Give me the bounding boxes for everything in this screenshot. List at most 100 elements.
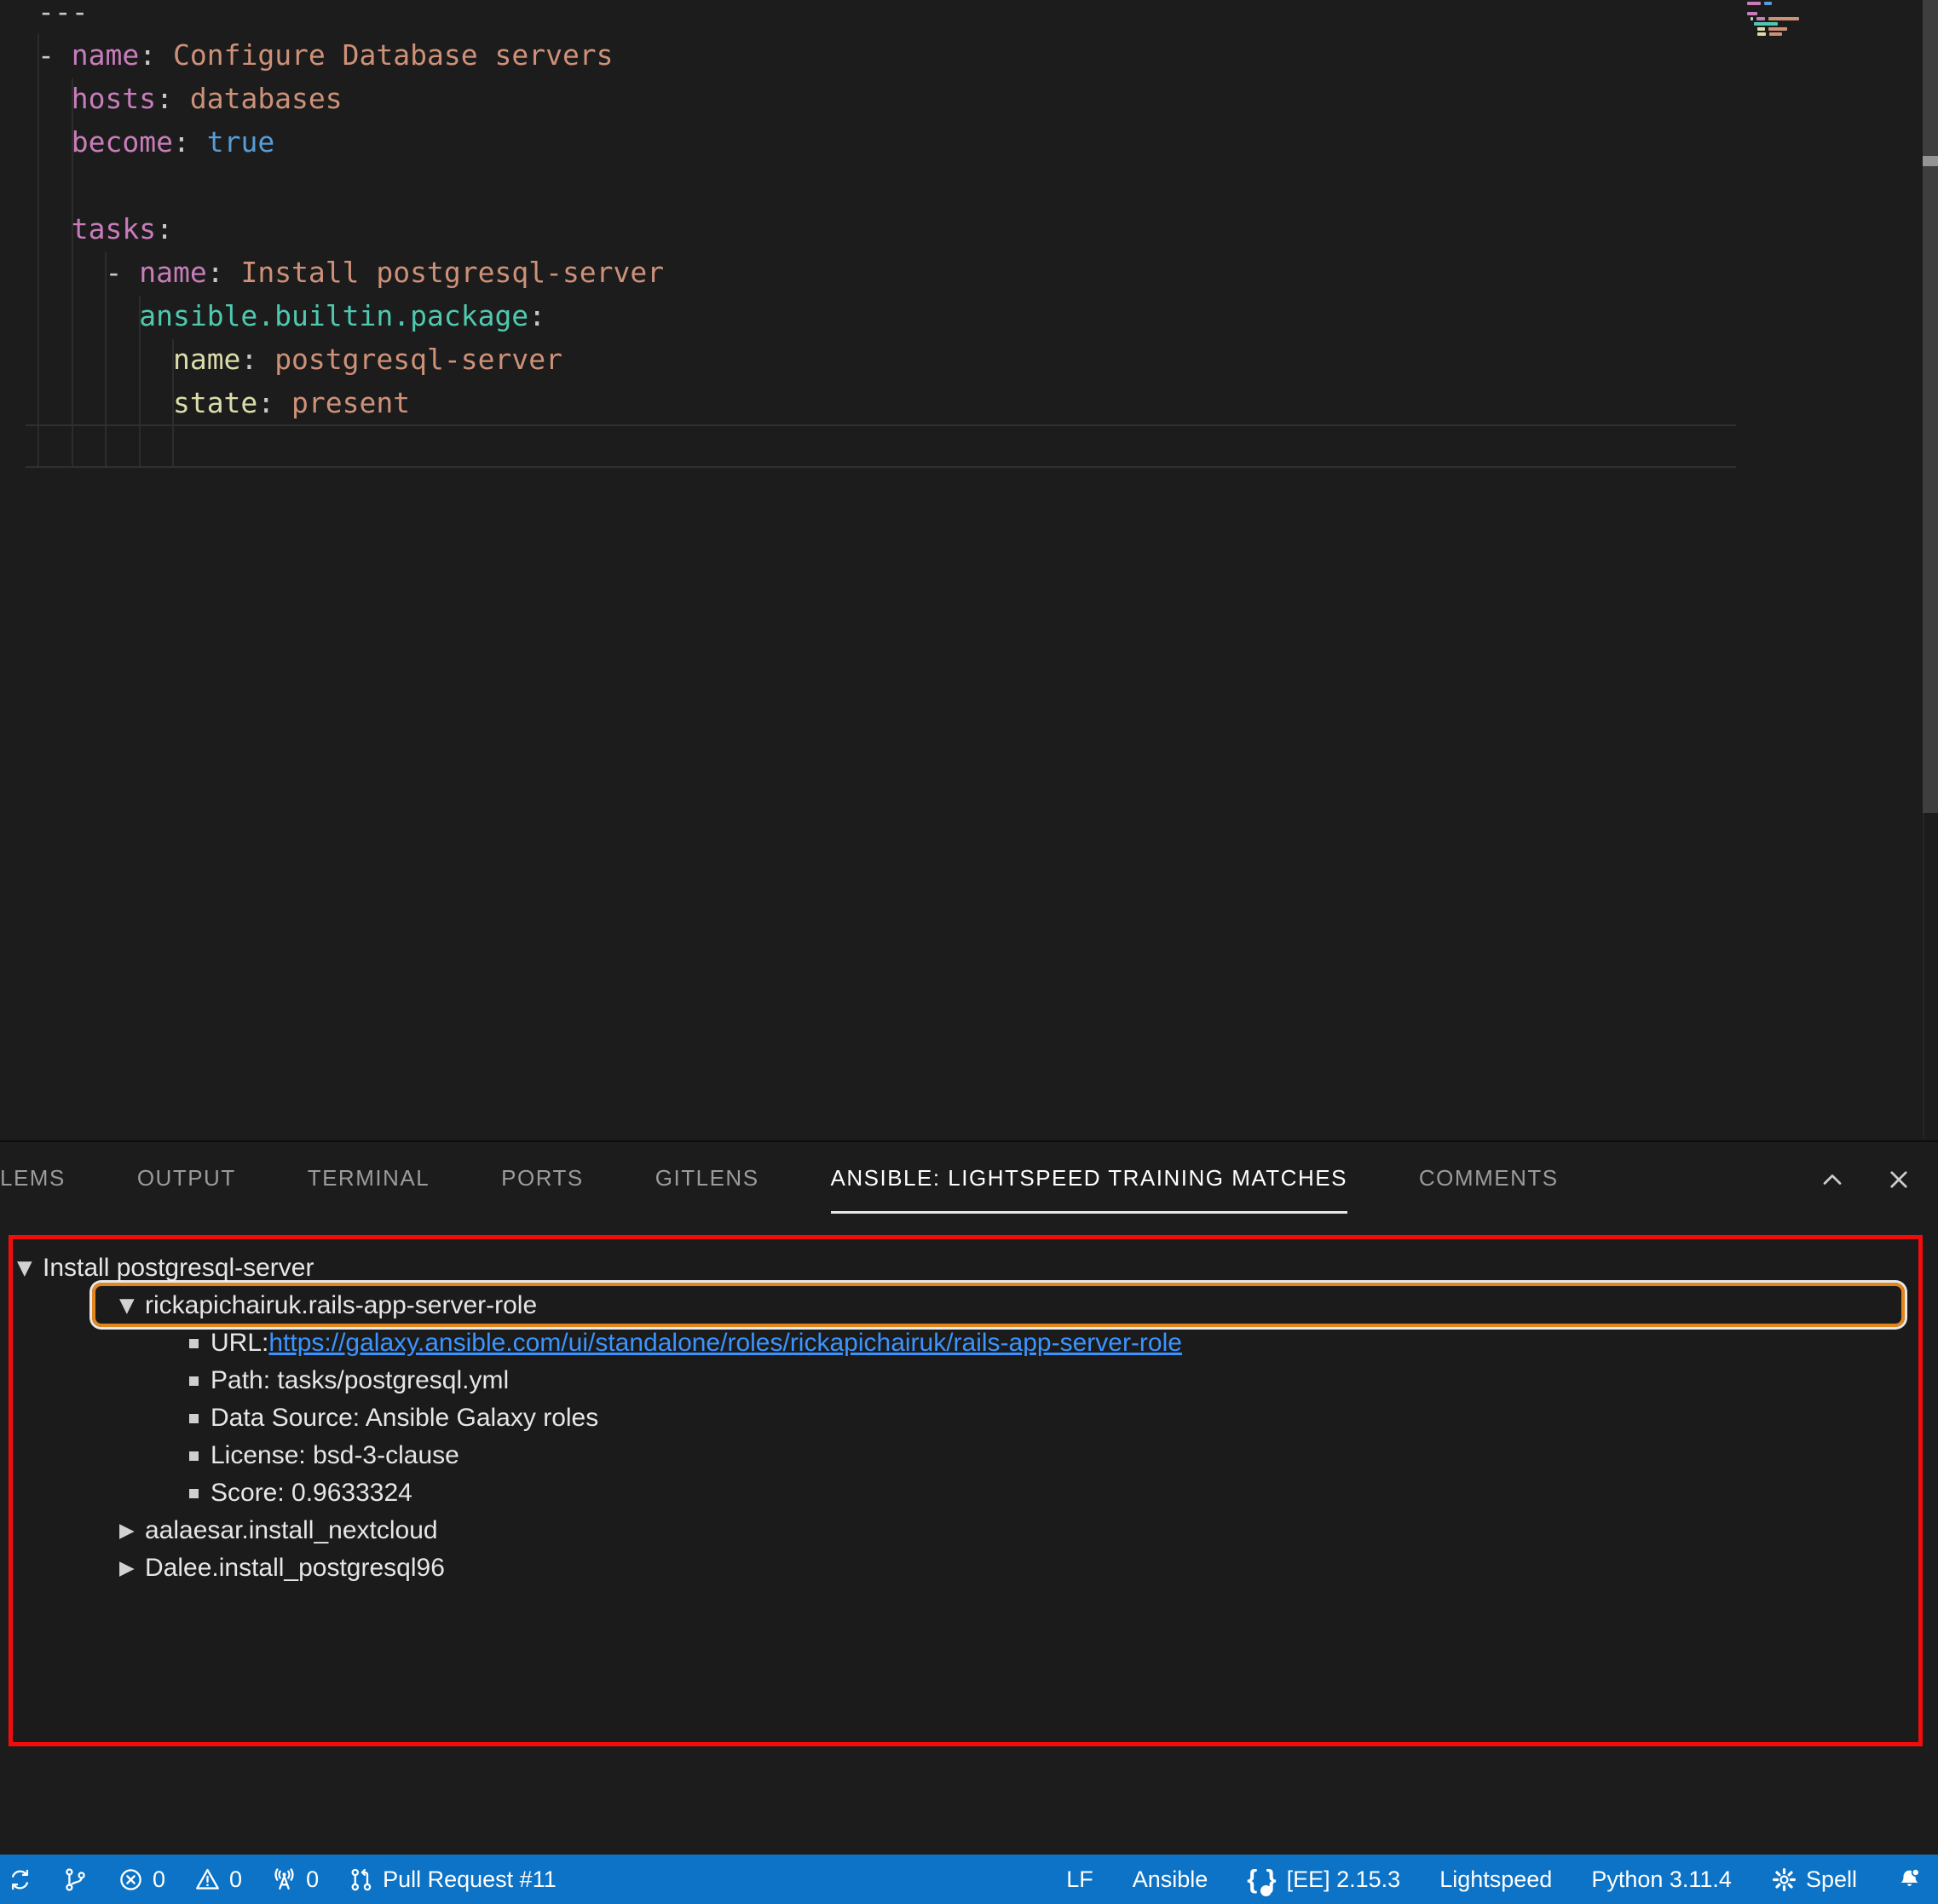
tree-item-label: aalaesar.install_nextcloud (145, 1516, 438, 1544)
gear-icon (1772, 1867, 1796, 1891)
panel-header: LEMS OUTPUT TERMINAL PORTS GITLENS ANSIBLE: L… (0, 1140, 1938, 1234)
python-version[interactable]: Python 3.11.4 (1591, 1866, 1732, 1893)
tree-item[interactable]: ▶ aalaesar.install_nextcloud (13, 1512, 1918, 1549)
status-label: Lightspeed (1439, 1866, 1553, 1892)
status-bar-left: 0 0 0 Pull Request #11 (0, 1866, 557, 1893)
status-label: LF (1066, 1866, 1093, 1892)
panel-tab-output[interactable]: OUTPUT (137, 1142, 236, 1214)
sync-status[interactable] (7, 1866, 33, 1893)
warnings-count[interactable]: 0 (194, 1866, 242, 1893)
chevron-up-button[interactable] (1815, 1163, 1849, 1197)
bullet-icon (189, 1376, 199, 1386)
spell-checker-status[interactable]: Spell (1771, 1866, 1857, 1893)
tree-item-detail[interactable]: License: bsd-3-clause (13, 1437, 1918, 1474)
minimap[interactable] (1747, 2, 1820, 38)
pull-request-status[interactable]: Pull Request #11 (348, 1866, 557, 1893)
chevron-collapsed-icon[interactable]: ▶ (119, 1557, 145, 1579)
status-label: 0 (153, 1866, 166, 1892)
current-line-highlight (26, 424, 1736, 468)
bullet-icon (189, 1413, 199, 1423)
status-label: 0 (306, 1866, 320, 1892)
panel-tab-gitlens[interactable]: GITLENS (655, 1142, 759, 1214)
panel-tabs: LEMS OUTPUT TERMINAL PORTS GITLENS ANSIBLE: L… (0, 1142, 1630, 1214)
tree-item-label: Dalee.install_postgresql96 (145, 1554, 445, 1582)
status-label: Ansible (1132, 1866, 1208, 1892)
minimap-line (1747, 32, 1820, 36)
galaxy-role-link[interactable]: https://galaxy.ansible.com/ui/standalone… (268, 1329, 1182, 1358)
bell-dot-icon (1901, 1867, 1920, 1886)
tree-item-label: Score: 0.9633324 (211, 1479, 412, 1507)
editor-right-border (1923, 813, 1924, 1139)
lightspeed-status[interactable]: Lightspeed (1439, 1866, 1552, 1893)
vscode-window: --- - name: Configure Database servers ho… (0, 0, 1938, 1904)
status-label: [EE] 2.15.3 (1286, 1866, 1401, 1892)
yaml-code: --- - name: Configure Database servers ho… (37, 0, 664, 424)
broadcast-icon (274, 1867, 294, 1890)
tree-item-label: Data Source: Ansible Galaxy roles (211, 1404, 599, 1432)
chevron-expanded-icon[interactable]: ▼ (119, 1295, 145, 1317)
source-control-graph[interactable] (62, 1866, 89, 1893)
tree-item[interactable]: ▼ rickapichairuk.rails-app-server-role (13, 1283, 1918, 1327)
minimap-line (1747, 2, 1820, 5)
language-mode[interactable]: Ansible (1133, 1866, 1208, 1893)
source-control-icon (66, 1867, 85, 1891)
status-label: 0 (229, 1866, 243, 1892)
tree-item[interactable]: ▶ Dalee.install_postgresql96 (13, 1549, 1918, 1587)
tree-item-detail[interactable]: Data Source: Ansible Galaxy roles (13, 1399, 1918, 1437)
code-editor[interactable]: --- - name: Configure Database servers ho… (0, 0, 1938, 1139)
minimap-line (1747, 27, 1820, 31)
training-matches-panel: ▼ Install postgresql-server ▼ rickapichairu… (9, 1235, 1923, 1746)
errors-count[interactable]: 0 (118, 1866, 165, 1893)
code-line: become: true (71, 125, 275, 159)
close-icon (1890, 1171, 1907, 1188)
panel-tab-lems[interactable]: LEMS (0, 1142, 66, 1214)
forwarded-ports[interactable]: 0 (271, 1866, 319, 1893)
status-label: Python 3.11.4 (1591, 1866, 1732, 1892)
code-line: ansible.builtin.package: (139, 299, 546, 332)
sync-icon (11, 1869, 29, 1890)
code-line: hosts: databases (71, 82, 343, 115)
window-scrollbar[interactable] (1923, 0, 1938, 813)
warning-icon (196, 1868, 219, 1890)
error-icon (120, 1868, 141, 1890)
close-button[interactable] (1882, 1163, 1916, 1197)
notifications-bell[interactable] (1896, 1866, 1923, 1893)
bullet-icon (189, 1451, 199, 1461)
code-line: state: present (172, 386, 411, 419)
status-label: Pull Request #11 (383, 1866, 557, 1892)
eol-indicator[interactable]: LF (1066, 1866, 1093, 1893)
status-bar: 0 0 0 Pull Request #11 LF Ansible { } [EE] 2.1… (0, 1855, 1938, 1904)
tree-item-label: Install postgresql-server (43, 1254, 314, 1282)
panel-actions (1815, 1163, 1916, 1197)
status-label: Spell (1805, 1866, 1857, 1892)
chevron-expanded-icon[interactable]: ▼ (17, 1257, 43, 1279)
minimap-line (1747, 17, 1820, 20)
tree-item-label: URL: (211, 1329, 269, 1357)
tree-item-label: rickapichairuk.rails-app-server-role (145, 1291, 538, 1319)
panel-tab-ansible-lightspeed-training-matches[interactable]: ANSIBLE: LIGHTSPEED TRAINING MATCHES (830, 1142, 1347, 1214)
panel-tab-ports[interactable]: PORTS (501, 1142, 584, 1214)
tree-item-detail[interactable]: Path: tasks/postgresql.yml (13, 1362, 1918, 1399)
panel-tab-terminal[interactable]: TERMINAL (308, 1142, 430, 1214)
minimap-line (1747, 7, 1820, 10)
minimap-line (1747, 12, 1820, 15)
tree-item-label: Path: tasks/postgresql.yml (211, 1366, 510, 1394)
tree-item-detail[interactable]: URL: https://galaxy.ansible.com/ui/stand… (13, 1324, 1918, 1362)
minimap-line (1747, 22, 1820, 26)
status-bar-right: LF Ansible { } [EE] 2.15.3 Lightspeed Python … (1066, 1864, 1938, 1896)
code-line: - name: Install postgresql-server (37, 256, 665, 289)
panel-tab-comments[interactable]: COMMENTS (1419, 1142, 1559, 1214)
pull-request-icon (351, 1868, 372, 1890)
bullet-icon (189, 1338, 199, 1348)
scrollbar-thumb[interactable] (1923, 156, 1938, 166)
bullet-icon (189, 1488, 199, 1498)
ansible-ee-version[interactable]: { } [EE] 2.15.3 (1247, 1864, 1401, 1896)
code-line: name: postgresql-server (172, 343, 562, 376)
code-line: - name: Configure Database servers (37, 38, 614, 72)
chevron-collapsed-icon[interactable]: ▶ (119, 1520, 145, 1542)
braces-icon: { } (1247, 1864, 1278, 1896)
tree-item[interactable]: ▼ Install postgresql-server (13, 1249, 1918, 1287)
code-line: tasks: (71, 212, 173, 245)
tree-item-detail[interactable]: Score: 0.9633324 (13, 1474, 1918, 1512)
